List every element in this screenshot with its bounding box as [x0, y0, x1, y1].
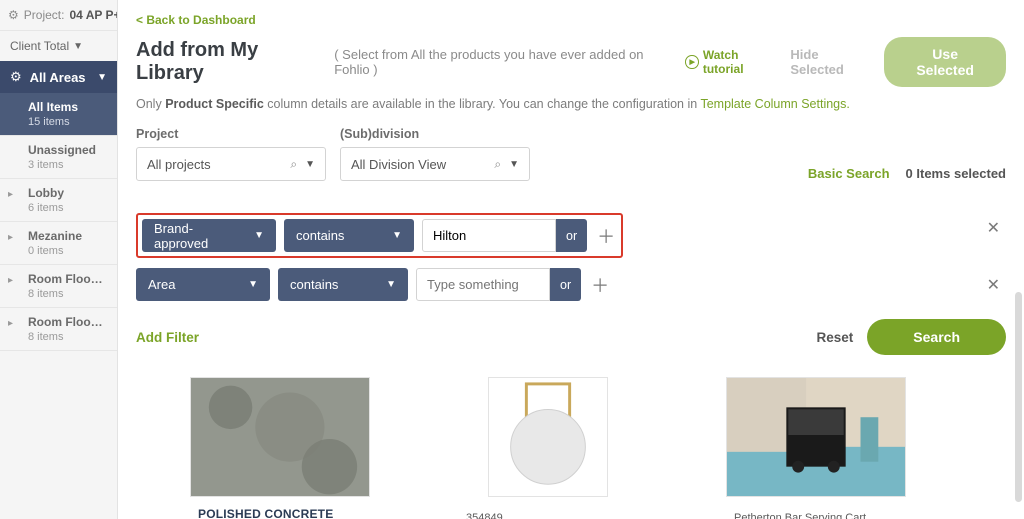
add-condition-button[interactable]: ＋ [589, 272, 611, 298]
sidebar: ⚙ Project: 04 AP P+ Client Total ▼ ⚙ All… [0, 0, 118, 519]
filter-operator-select[interactable]: contains ▼ [284, 219, 414, 252]
watch-tutorial-link[interactable]: ▶ Watch tutorial [685, 48, 778, 76]
hide-selected-button[interactable]: Hide Selected [790, 47, 870, 77]
reset-button[interactable]: Reset [817, 330, 854, 345]
filter-operator-select[interactable]: contains ▼ [278, 268, 408, 301]
page-subtitle: ( Select from All the products you have … [334, 47, 673, 77]
sidebar-item-count: 15 items [28, 116, 107, 128]
product-card[interactable]: 354849 [458, 377, 638, 519]
client-total-label: Client Total [10, 39, 69, 53]
product-card[interactable]: Petherton Bar Serving Cart [726, 377, 906, 519]
remove-filter-button[interactable]: ✕ [987, 218, 1000, 238]
filter-value-input[interactable] [433, 228, 545, 243]
product-card[interactable]: POLISHED CONCRETE CONTRACTOR SUPPLIER. O… [190, 377, 370, 519]
chevron-down-icon: ▼ [97, 72, 107, 83]
product-grid: POLISHED CONCRETE CONTRACTOR SUPPLIER. O… [136, 377, 1006, 519]
filter-row-highlight: Brand-approved ▼ contains ▼ or ＋ [136, 213, 623, 258]
add-condition-button[interactable]: ＋ [595, 223, 617, 249]
project-name: 04 AP P+ [69, 8, 117, 22]
chevron-right-icon: ▸ [8, 318, 13, 329]
chevron-right-icon: ▸ [8, 275, 13, 286]
filter-field-value: Brand-approved [154, 221, 246, 251]
chevron-down-icon: ▼ [73, 41, 83, 52]
sidebar-item-room-floor-type-2[interactable]: ▸ Room Floor Type 2 8 items [0, 308, 117, 351]
filter-field-value: Area [148, 277, 175, 292]
sidebar-item-count: 8 items [28, 288, 107, 300]
product-title: POLISHED CONCRETE [198, 507, 362, 519]
chevron-down-icon: ▼ [305, 159, 315, 170]
basic-search-link[interactable]: Basic Search [808, 166, 890, 181]
items-selected-count: 0 Items selected [906, 166, 1006, 181]
sidebar-item-label: Unassigned [28, 143, 107, 157]
project-header[interactable]: ⚙ Project: 04 AP P+ [0, 0, 117, 31]
gear-icon: ⚙ [8, 8, 19, 22]
product-image [190, 377, 370, 497]
filter-field-select[interactable]: Area ▼ [136, 268, 270, 301]
product-image [726, 377, 906, 497]
sidebar-item-count: 0 items [28, 245, 107, 257]
client-total-dropdown[interactable]: Client Total ▼ [0, 31, 117, 61]
division-select-label: (Sub)division [340, 127, 530, 141]
use-selected-button[interactable]: Use Selected [884, 37, 1006, 87]
chevron-right-icon: ▸ [8, 232, 13, 243]
sidebar-item-count: 3 items [28, 159, 107, 171]
product-title: 354849 [466, 511, 630, 519]
sidebar-item-count: 8 items [28, 331, 107, 343]
page-title: Add from My Library [136, 39, 322, 85]
chevron-down-icon: ▼ [386, 279, 396, 290]
chevron-down-icon: ▼ [392, 230, 402, 241]
scrollbar[interactable] [1015, 292, 1022, 502]
sidebar-item-count: 6 items [28, 202, 107, 214]
all-areas-header[interactable]: ⚙ All Areas ▼ [0, 61, 117, 93]
all-areas-label: All Areas [30, 70, 86, 85]
add-filter-button[interactable]: Add Filter [136, 330, 199, 345]
filter-field-select[interactable]: Brand-approved ▼ [142, 219, 276, 252]
search-icon: ⌕ [290, 157, 297, 172]
play-icon: ▶ [685, 55, 698, 69]
product-title: Petherton Bar Serving Cart [734, 511, 898, 519]
main-content: < Back to Dashboard Add from My Library … [118, 0, 1024, 519]
desc-text: Only [136, 97, 165, 111]
chevron-right-icon: ▸ [8, 189, 13, 200]
filter-operator-value: contains [290, 277, 338, 292]
sidebar-item-mezanine[interactable]: ▸ Mezanine 0 items [0, 222, 117, 265]
project-select[interactable]: All projects ⌕ ▼ [136, 147, 326, 181]
sidebar-item-label: Mezanine [28, 229, 107, 243]
desc-bold: Product Specific [165, 97, 264, 111]
chevron-down-icon: ▼ [509, 159, 519, 170]
filter-operator-value: contains [296, 228, 344, 243]
filter-value-input[interactable] [427, 277, 539, 292]
filter-join-button[interactable]: or [556, 219, 587, 252]
template-column-settings-link[interactable]: Template Column Settings. [700, 97, 849, 111]
search-button[interactable]: Search [867, 319, 1006, 355]
sidebar-item-label: Room Floor Type 2 [28, 315, 107, 329]
sidebar-item-room-floor-type[interactable]: ▸ Room Floor Type 8 items [0, 265, 117, 308]
watch-tutorial-label: Watch tutorial [703, 48, 779, 76]
project-label: Project: [24, 8, 65, 22]
gear-icon: ⚙ [10, 69, 22, 85]
desc-text: column details are available in the libr… [264, 97, 701, 111]
division-select[interactable]: All Division View ⌕ ▼ [340, 147, 530, 181]
remove-filter-button[interactable]: ✕ [987, 275, 1000, 295]
sidebar-item-lobby[interactable]: ▸ Lobby 6 items [0, 179, 117, 222]
filter-value-input-wrap [416, 268, 550, 301]
sidebar-item-unassigned[interactable]: Unassigned 3 items [0, 136, 117, 179]
search-icon: ⌕ [494, 157, 501, 172]
chevron-down-icon: ▼ [248, 279, 258, 290]
back-to-dashboard-link[interactable]: < Back to Dashboard [136, 13, 256, 27]
filter-join-button[interactable]: or [550, 268, 581, 301]
sidebar-item-label: Room Floor Type [28, 272, 107, 286]
sidebar-item-label: Lobby [28, 186, 107, 200]
product-image [488, 377, 608, 497]
project-select-value: All projects [147, 157, 211, 172]
filter-value-input-wrap [422, 219, 556, 252]
project-select-label: Project [136, 127, 326, 141]
description-text: Only Product Specific column details are… [136, 97, 1006, 111]
sidebar-item-all-items[interactable]: All Items 15 items [0, 93, 117, 136]
chevron-down-icon: ▼ [254, 230, 264, 241]
division-select-value: All Division View [351, 157, 446, 172]
sidebar-item-label: All Items [28, 100, 107, 114]
